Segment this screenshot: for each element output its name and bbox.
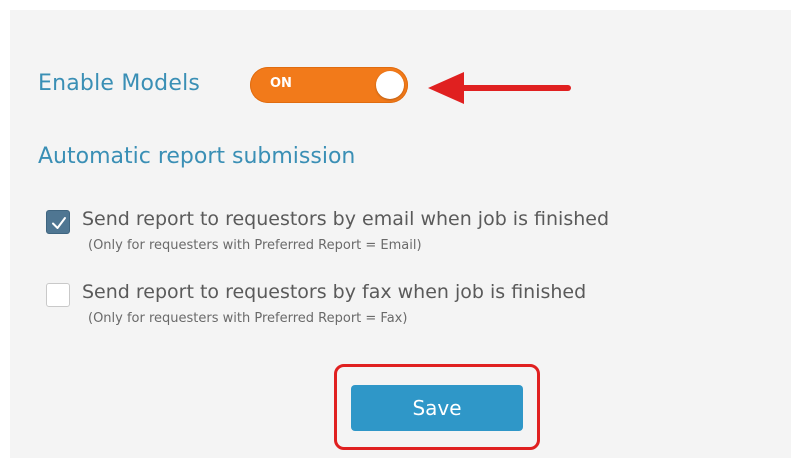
- enable-models-row: Enable Models: [38, 62, 200, 104]
- toggle-state-label: ON: [270, 76, 292, 91]
- save-button[interactable]: Save: [351, 385, 523, 431]
- email-report-label[interactable]: Send report to requestors by email when …: [82, 208, 609, 230]
- left-arrow-icon: [428, 72, 571, 104]
- fax-report-note: (Only for requesters with Preferred Repo…: [88, 311, 408, 326]
- toggle-knob: [376, 71, 404, 99]
- fax-report-option: Send report to requestors by fax when jo…: [46, 281, 746, 339]
- enable-models-toggle[interactable]: ON: [250, 67, 408, 103]
- fax-report-label[interactable]: Send report to requestors by fax when jo…: [82, 281, 586, 303]
- checkmark-icon: [52, 217, 66, 229]
- email-report-checkbox[interactable]: [46, 210, 70, 234]
- automatic-report-title: Automatic report submission: [38, 144, 356, 169]
- fax-report-checkbox[interactable]: [46, 283, 70, 307]
- email-report-option: Send report to requestors by email when …: [46, 208, 746, 266]
- email-report-note: (Only for requesters with Preferred Repo…: [88, 238, 422, 253]
- enable-models-label: Enable Models: [38, 70, 201, 96]
